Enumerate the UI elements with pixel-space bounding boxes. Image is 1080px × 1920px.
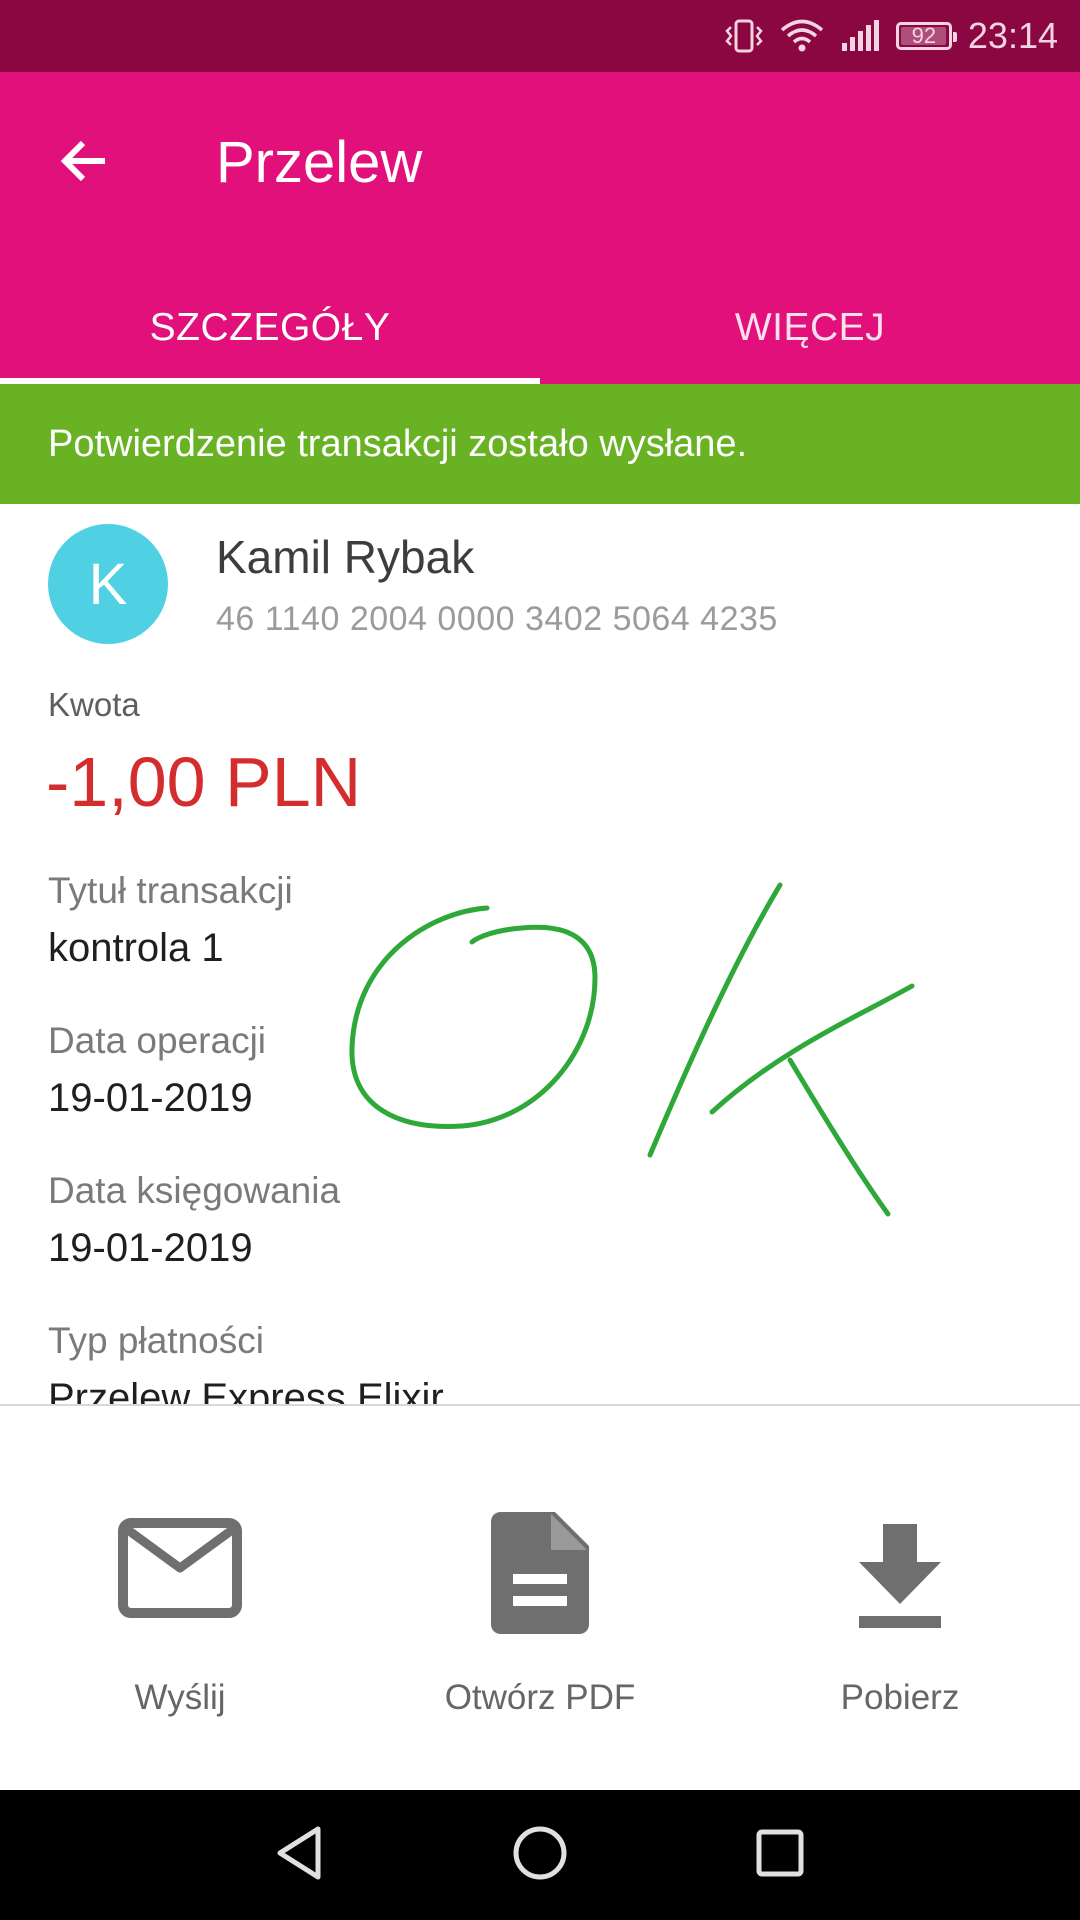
tab-more[interactable]: WIĘCEJ: [540, 272, 1080, 384]
download-icon: [720, 1524, 1080, 1628]
back-button[interactable]: [50, 128, 120, 198]
tab-bar: SZCZEGÓŁY WIĘCEJ: [0, 272, 1080, 384]
avatar: K: [48, 524, 168, 644]
operation-date-label: Data operacji: [48, 1020, 267, 1061]
operation-date-value: 19-01-2019: [48, 1076, 253, 1120]
nav-back-icon: [274, 1825, 324, 1886]
download-label: Pobierz: [840, 1678, 960, 1717]
amount-label: Kwota: [48, 686, 140, 723]
nav-home-button[interactable]: [505, 1820, 575, 1890]
payment-type-value: Przelew Express Elixir: [48, 1376, 444, 1404]
confirmation-message: Potwierdzenie transakcji zostało wysłane…: [48, 422, 748, 465]
open-pdf-label: Otwórz PDF: [444, 1678, 636, 1717]
transaction-title-value: kontrola 1: [48, 926, 224, 970]
signal-icon: [840, 19, 880, 53]
nav-recents-button[interactable]: [745, 1820, 815, 1890]
tab-details[interactable]: SZCZEGÓŁY: [0, 272, 540, 384]
mail-icon: [0, 1518, 360, 1618]
transaction-title-label: Tytuł transakcji: [48, 870, 293, 911]
booking-date-label: Data księgowania: [48, 1170, 341, 1211]
action-bar: Wyślij Otwórz PDF Pobierz: [0, 1406, 1080, 1790]
booking-date-value: 19-01-2019: [48, 1226, 253, 1270]
status-bar: 92 23:14: [0, 0, 1080, 72]
system-navigation-bar: [0, 1790, 1080, 1920]
status-icons: 92 23:14: [724, 0, 1058, 72]
send-label: Wyślij: [134, 1678, 226, 1717]
battery-icon: 92: [895, 22, 957, 50]
payment-type-label: Typ płatności: [48, 1320, 264, 1361]
app-bar: Przelew SZCZEGÓŁY WIĘCEJ: [0, 72, 1080, 384]
status-time: 23:14: [967, 15, 1058, 56]
recipient-name: Kamil Rybak: [216, 531, 475, 583]
vibrate-icon: [724, 19, 764, 53]
send-button[interactable]: Wyślij: [0, 1406, 360, 1790]
recipient-account: 46 1140 2004 0000 3402 5064 4235: [216, 600, 778, 638]
document-icon: [360, 1512, 720, 1634]
battery-level: 92: [911, 23, 937, 48]
nav-home-icon: [512, 1825, 568, 1886]
page-title: Przelew: [216, 130, 423, 195]
nav-recents-icon: [754, 1827, 806, 1884]
wifi-icon: [780, 19, 824, 53]
confirmation-banner: Potwierdzenie transakcji zostało wysłane…: [0, 384, 1080, 504]
open-pdf-button[interactable]: Otwórz PDF: [360, 1406, 720, 1790]
nav-back-button[interactable]: [264, 1820, 334, 1890]
transaction-details[interactable]: K Kamil Rybak 46 1140 2004 0000 3402 506…: [0, 504, 1080, 1404]
amount-value: -1,00 PLN: [46, 743, 362, 821]
download-button[interactable]: Pobierz: [720, 1406, 1080, 1790]
arrow-back-icon: [59, 135, 111, 192]
